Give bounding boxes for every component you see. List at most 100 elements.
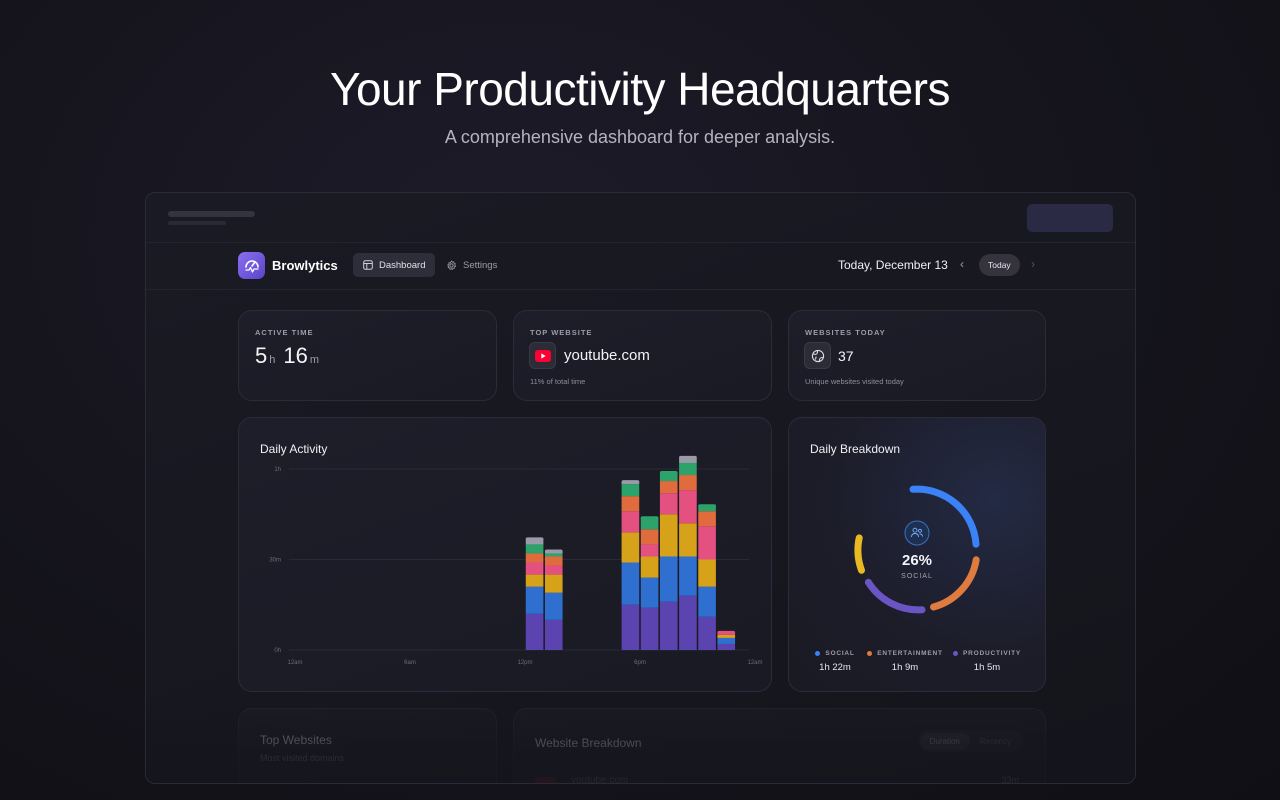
breakdown-row[interactable]: youtube.com 33m — [535, 773, 1025, 784]
legend-value: 1h 22m — [819, 662, 851, 673]
top-website-name: youtube.com — [564, 347, 650, 364]
bar-segment — [659, 556, 678, 602]
bar-segment — [621, 604, 640, 650]
window-titlebar — [146, 193, 1135, 243]
bar-segment — [659, 601, 678, 650]
bar-cap — [621, 480, 640, 484]
app-window: Browlytics Dashboard Settings Today, Dec… — [145, 192, 1136, 784]
bar-segment — [621, 532, 640, 563]
bar-segment — [525, 562, 544, 575]
legend-dot — [815, 651, 821, 656]
website-breakdown-card: Website Breakdown Duration Recency youtu… — [513, 708, 1046, 784]
bar-segment — [698, 559, 716, 587]
hours-unit: h — [269, 354, 276, 366]
nav-settings-tab[interactable]: Settings — [446, 253, 497, 277]
bar-segment — [621, 562, 640, 605]
sort-toggle: Duration Recency — [917, 730, 1023, 752]
dashboard-icon — [363, 260, 373, 270]
bar-segment — [544, 592, 563, 620]
active-time-card: ACTIVE TIME 5 h 16 m — [238, 310, 497, 401]
bar-segment — [525, 586, 544, 614]
bar-cap — [698, 504, 716, 508]
bar-segment — [679, 475, 697, 491]
browlytics-logo-icon[interactable] — [238, 252, 265, 279]
breakdown-value: 33m — [1001, 775, 1019, 784]
bar-segment — [525, 613, 544, 650]
x-tick-label: 6am — [404, 660, 416, 666]
placeholder-button[interactable] — [1027, 204, 1113, 232]
websites-today-count: 37 — [838, 348, 854, 364]
websites-today-label: WEBSITES TODAY — [805, 328, 886, 337]
top-websites-subtitle: Most visited domains — [260, 753, 345, 763]
active-time-value: 5 h 16 m — [255, 343, 327, 369]
bar-segment — [698, 616, 716, 650]
bar-segment — [525, 553, 544, 563]
breakdown-site: youtube.com — [571, 775, 629, 784]
bar-segment — [525, 544, 544, 554]
donut-segment-productivity — [864, 578, 926, 614]
top-websites-card: Top Websites Most visited domains — [238, 708, 497, 783]
bar-segment — [698, 526, 716, 560]
daily-activity-chart: 0h 30m 1h 12am 6am 12pm 6pm 12am — [269, 455, 763, 666]
legend-label: ENTERTAINMENT — [877, 650, 943, 657]
active-time-label: ACTIVE TIME — [255, 328, 314, 337]
active-minutes: 16 — [283, 343, 308, 368]
active-hours: 5 — [255, 343, 268, 368]
minutes-unit: m — [309, 354, 320, 366]
bar-cap — [679, 455, 697, 459]
bar-segment — [621, 511, 640, 533]
nav-dashboard-label: Dashboard — [379, 259, 426, 271]
bar-segment — [544, 553, 563, 557]
legend-value: 1h 5m — [973, 662, 1001, 673]
bar-segment — [525, 574, 544, 587]
bar-segment — [717, 634, 736, 638]
legend-entertainment: ENTERTAINMENT 1h 9m — [867, 650, 943, 673]
bar-segment — [679, 556, 697, 596]
y-tick-label: 30m — [269, 558, 281, 564]
website-breakdown-title: Website Breakdown — [535, 736, 642, 750]
bar-segment — [544, 565, 563, 575]
bar-segment — [621, 484, 640, 497]
bar-segment — [679, 462, 697, 476]
bar-segment — [544, 619, 563, 650]
legend-label: PRODUCTIVITY — [963, 650, 1021, 657]
youtube-icon — [535, 777, 557, 783]
bar-segment — [698, 586, 716, 617]
y-tick-label: 1h — [274, 467, 281, 473]
globe-icon — [804, 342, 831, 369]
placeholder-line — [168, 221, 226, 225]
hero-title: Your Productivity Headquarters — [330, 63, 950, 115]
bar-segment — [659, 493, 678, 515]
bar-segment — [640, 577, 659, 608]
x-tick-label: 6pm — [634, 660, 646, 666]
hero-subtitle: A comprehensive dashboard for deeper ana… — [444, 127, 836, 147]
bar-segment — [679, 490, 697, 524]
bar-segment — [621, 496, 640, 512]
today-button[interactable]: Today — [979, 254, 1020, 276]
placeholder-line — [168, 211, 255, 217]
top-websites-title: Top Websites — [260, 733, 332, 747]
sort-duration-button[interactable]: Duration — [919, 732, 970, 750]
top-navbar: Browlytics Dashboard Settings Today, Dec… — [146, 244, 1135, 290]
legend-value: 1h 9m — [891, 662, 919, 673]
y-tick-label: 0h — [274, 648, 281, 654]
donut-center-label: SOCIAL — [901, 573, 933, 580]
bar-segment — [640, 607, 659, 650]
bar-segment — [698, 511, 716, 527]
nav-dashboard-tab[interactable]: Dashboard — [353, 253, 436, 277]
bar-cap — [717, 630, 736, 634]
websites-today-card: WEBSITES TODAY 37 Unique websites visite… — [788, 310, 1046, 401]
bar-cap — [544, 549, 563, 553]
chevron-right-icon[interactable]: › — [1031, 257, 1035, 271]
top-website-card: TOP WEBSITE youtube.com 11% of total tim… — [513, 310, 772, 401]
x-tick-label: 12am — [747, 660, 762, 666]
bar-segment — [544, 574, 563, 593]
bar-segment — [640, 529, 659, 545]
gear-icon — [447, 260, 457, 270]
chevron-left-icon[interactable]: ‹ — [960, 257, 964, 271]
bar-segment — [659, 514, 678, 557]
websites-today-note: Unique websites visited today — [805, 377, 904, 386]
bar-cap — [525, 537, 544, 541]
legend-dot — [953, 651, 958, 656]
sort-recency-button[interactable]: Recency — [970, 733, 1021, 750]
